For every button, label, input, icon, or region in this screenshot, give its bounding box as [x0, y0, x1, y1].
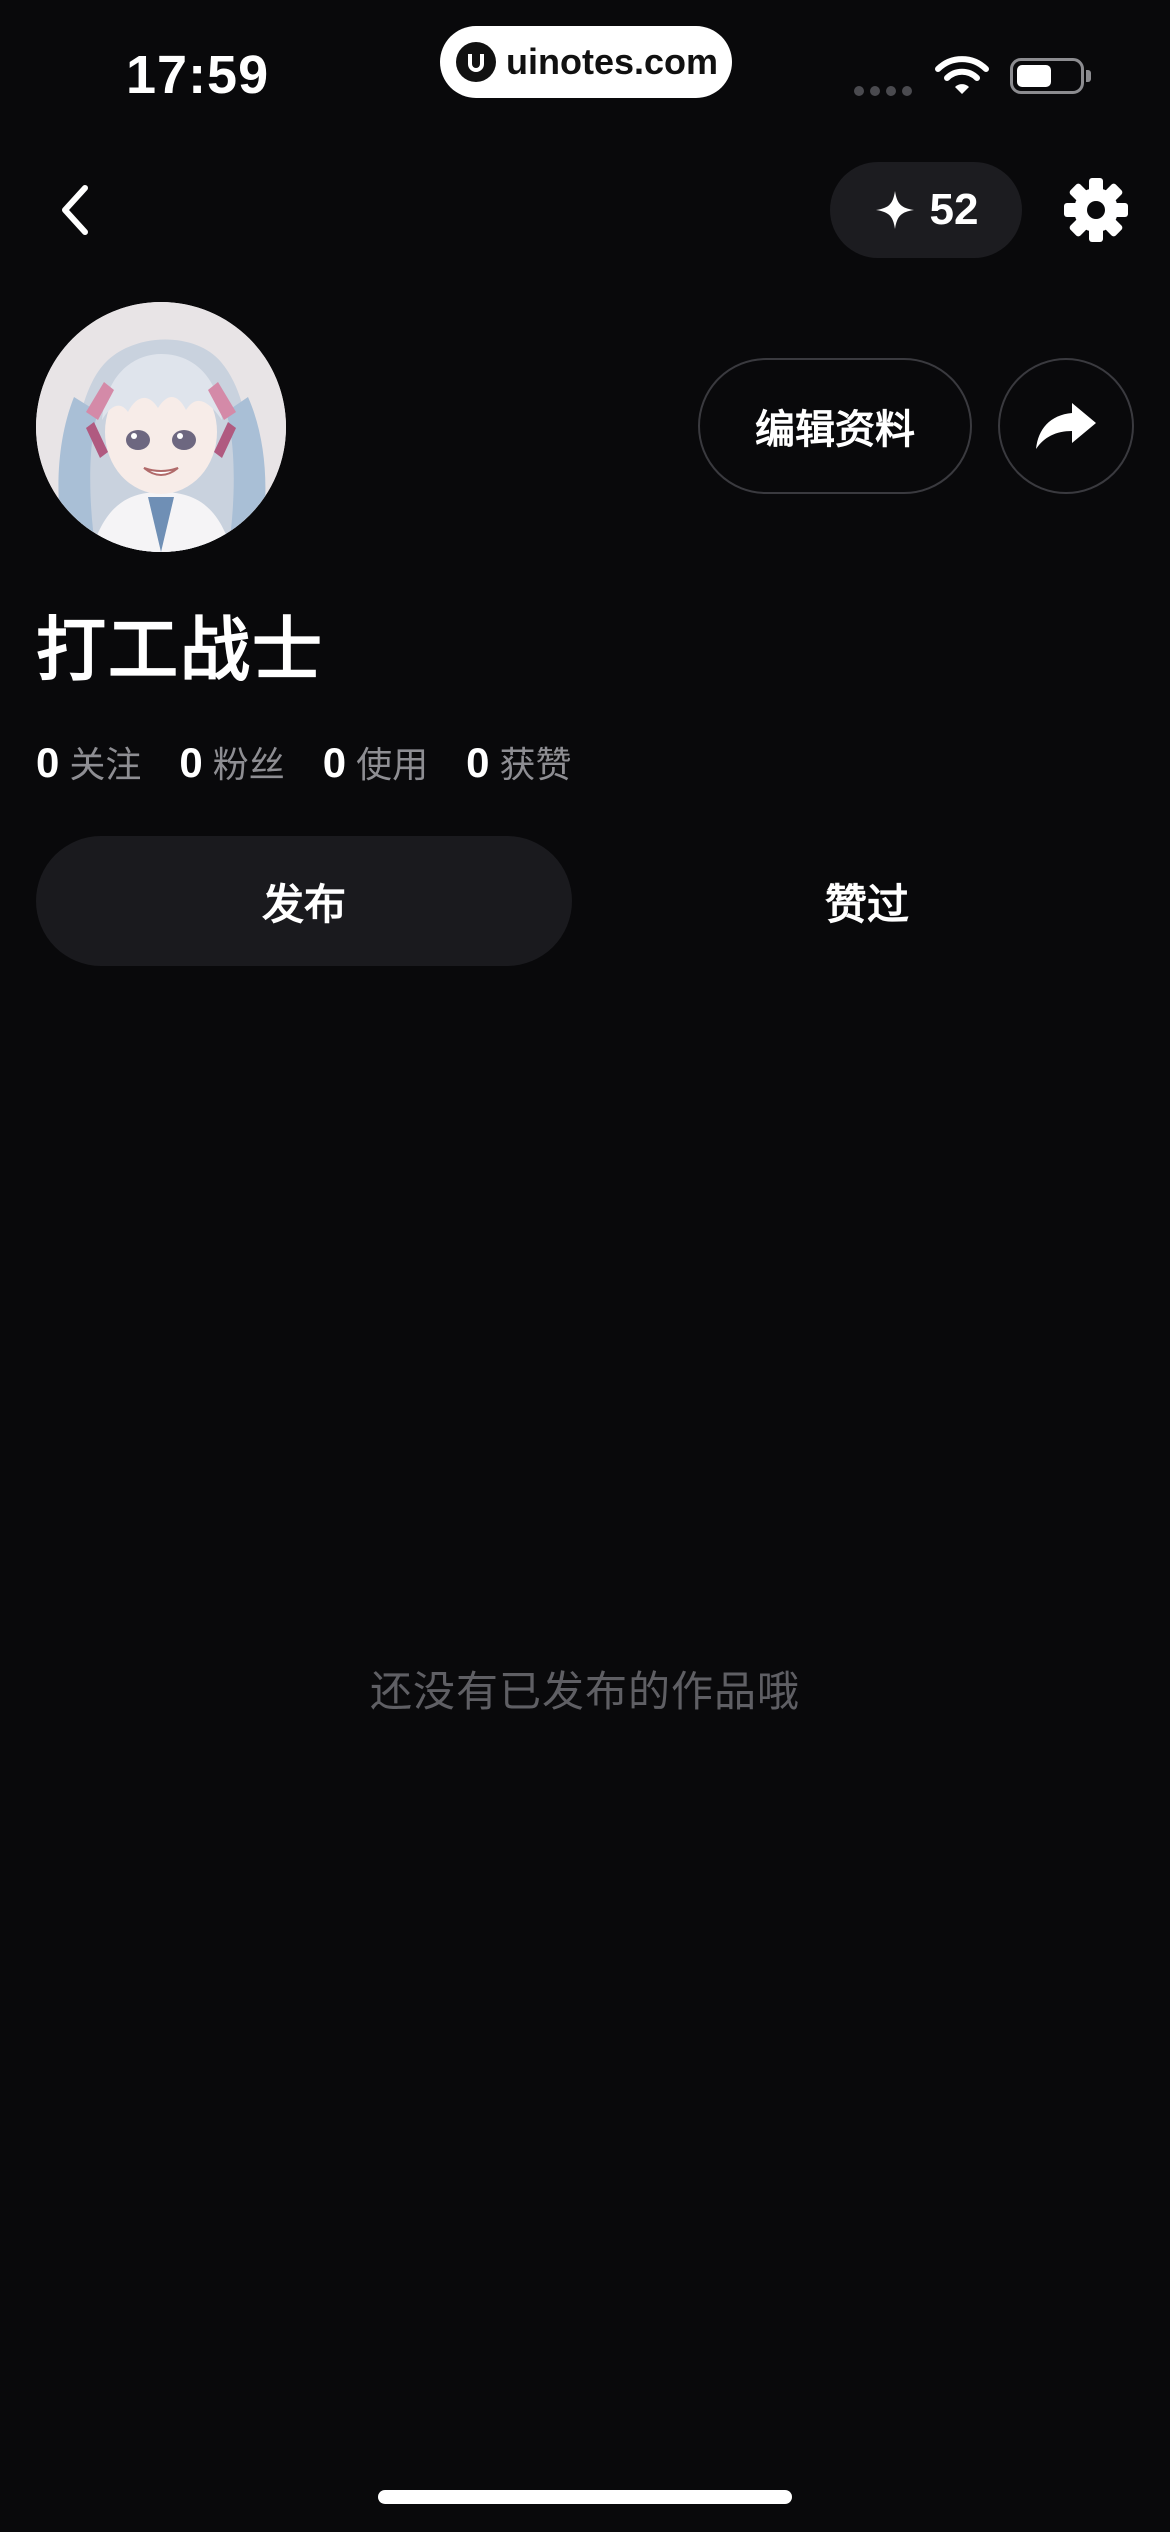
profile-stats: 0 关注 0 粉丝 0 使用 0 获赞 [36, 736, 572, 788]
tab-published[interactable]: 发布 [36, 836, 572, 966]
edit-profile-button[interactable]: 编辑资料 [698, 358, 972, 494]
stat-fans-label: 粉丝 [212, 745, 285, 786]
tab-liked[interactable]: 赞过 [600, 836, 1134, 966]
stat-following[interactable]: 0 关注 [36, 736, 141, 788]
stat-following-count: 0 [36, 739, 60, 786]
username: 打工战士 [36, 609, 324, 691]
settings-button[interactable] [1062, 176, 1130, 244]
gear-icon [1064, 178, 1128, 242]
stat-likes-label: 获赞 [499, 745, 572, 786]
stat-fans-count: 0 [179, 739, 203, 786]
battery-icon [1010, 58, 1084, 94]
chevron-left-icon [62, 185, 88, 235]
sparkle-icon [875, 191, 914, 229]
avatar-anime-girl-illustration [36, 302, 286, 552]
watermark-logo-icon [456, 42, 496, 82]
status-time: 17:59 [126, 45, 270, 105]
watermark-text: uinotes.com [506, 41, 719, 82]
share-button[interactable] [998, 358, 1134, 494]
battery-cap [1086, 70, 1091, 82]
avatar[interactable] [36, 302, 286, 552]
credits-button[interactable]: 52 [830, 162, 1022, 258]
stat-fans[interactable]: 0 粉丝 [179, 736, 284, 788]
back-button[interactable] [40, 170, 110, 250]
cellular-signal-icon [854, 86, 912, 96]
wifi-icon [935, 56, 989, 100]
credits-value: 52 [929, 185, 979, 234]
home-indicator[interactable] [378, 2490, 792, 2504]
watermark-badge: uinotes.com [440, 26, 732, 98]
stat-usage-label: 使用 [356, 745, 429, 786]
stat-usage-count: 0 [322, 739, 347, 786]
stat-usage[interactable]: 0 使用 [323, 736, 428, 788]
share-arrow-icon [1036, 403, 1096, 449]
empty-state-text: 还没有已发布的作品哦 [369, 1667, 800, 1716]
stat-likes[interactable]: 0 获赞 [466, 736, 571, 788]
stat-following-label: 关注 [69, 745, 142, 786]
stat-likes-count: 0 [466, 739, 490, 786]
